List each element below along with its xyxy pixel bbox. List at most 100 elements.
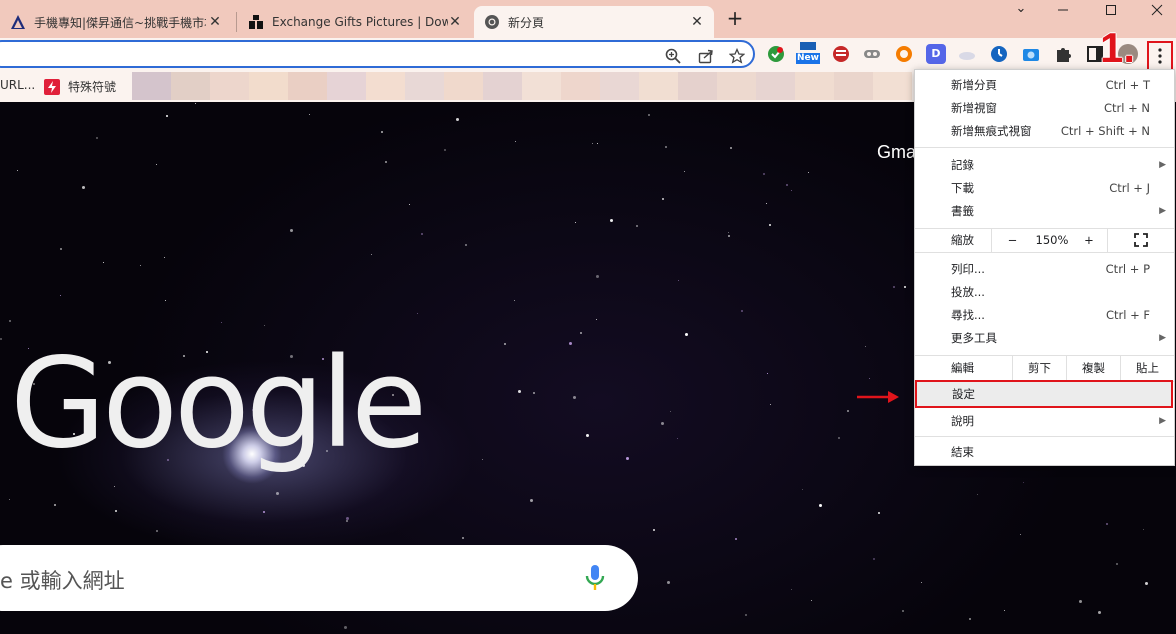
zoom-in-button[interactable]: +	[1071, 229, 1107, 252]
search-box[interactable]: e 或輸入網址	[0, 545, 638, 611]
star	[741, 310, 743, 312]
zoom-out-button[interactable]: −	[991, 229, 1033, 252]
bookmark-url-label: URL...	[0, 78, 36, 92]
tab-search-chevron-icon[interactable]: ⌄	[998, 0, 1044, 22]
menu-label: 下載	[951, 181, 974, 195]
gmail-link[interactable]: Gma	[877, 142, 916, 163]
zoom-icon[interactable]	[663, 46, 683, 66]
microphone-icon[interactable]	[583, 564, 607, 592]
star	[309, 114, 310, 115]
menu-item-cast[interactable]: 投放...	[915, 281, 1174, 304]
menu-item-more-tools[interactable]: 更多工具 ▶	[915, 327, 1174, 350]
star	[769, 224, 771, 226]
menu-item-print[interactable]: 列印... Ctrl + P	[915, 258, 1174, 281]
maximize-button[interactable]	[1088, 0, 1134, 22]
star	[677, 438, 678, 439]
star	[9, 499, 10, 500]
chrome-favicon-icon	[485, 15, 499, 29]
close-icon[interactable]: ✕	[206, 13, 224, 31]
tab-2[interactable]: Exchange Gifts Pictures | Download ✕	[238, 6, 472, 38]
toolbar: New D	[0, 38, 1176, 70]
star	[678, 280, 679, 281]
copy-button[interactable]: 複製	[1066, 356, 1120, 381]
star	[465, 244, 467, 246]
star	[417, 313, 418, 314]
fullscreen-button[interactable]	[1107, 229, 1174, 252]
star	[667, 581, 670, 584]
menu-item-history[interactable]: 記錄 ▶	[915, 154, 1174, 177]
menu-item-help[interactable]: 說明 ▶	[915, 410, 1174, 433]
puzzle-extensions-icon[interactable]	[1053, 44, 1073, 64]
star	[569, 342, 572, 345]
fullscreen-icon	[1134, 233, 1148, 247]
star	[730, 147, 732, 149]
star	[904, 286, 906, 288]
star	[745, 614, 747, 616]
star	[811, 600, 812, 601]
menu-edit-row: 編輯 剪下 複製 貼上	[915, 356, 1174, 381]
star	[96, 137, 98, 139]
clock-extension-icon[interactable]	[989, 44, 1009, 64]
bookmark-star-icon[interactable]	[727, 46, 747, 66]
zoom-label: 縮放	[951, 233, 974, 247]
star	[156, 164, 157, 165]
tab-3-active[interactable]: 新分頁 ✕	[474, 6, 714, 38]
star	[462, 537, 464, 539]
star	[263, 511, 265, 513]
bookmark-url[interactable]: URL...	[0, 78, 35, 92]
menu-item-exit[interactable]: 結束	[915, 441, 1174, 464]
star	[140, 265, 141, 266]
star	[596, 319, 597, 320]
paste-button[interactable]: 貼上	[1120, 356, 1174, 381]
bookmark-special-symbols[interactable]: 特殊符號	[44, 78, 116, 95]
new-badge-extension-icon[interactable]: New	[796, 42, 820, 64]
tab-3-title: 新分頁	[508, 15, 545, 30]
menu-item-downloads[interactable]: 下載 Ctrl + J	[915, 177, 1174, 200]
address-bar[interactable]	[0, 40, 755, 68]
submenu-arrow-icon: ▶	[1159, 416, 1166, 426]
menu-item-find[interactable]: 尋找... Ctrl + F	[915, 304, 1174, 327]
star	[409, 204, 410, 205]
star	[728, 232, 729, 233]
star	[648, 114, 650, 116]
stack-extension-icon[interactable]	[831, 44, 851, 64]
close-icon[interactable]: ✕	[688, 13, 706, 31]
link-extension-icon[interactable]	[862, 44, 882, 64]
maximize-icon	[1106, 5, 1116, 15]
star	[653, 529, 655, 531]
submenu-arrow-icon: ▶	[1159, 333, 1166, 343]
menu-item-new-tab[interactable]: 新增分頁 Ctrl + T	[915, 74, 1174, 97]
camera-extension-icon[interactable]	[1021, 44, 1041, 64]
cloud-extension-icon[interactable]	[957, 44, 977, 64]
star	[530, 499, 533, 502]
shield-extension-icon[interactable]	[766, 44, 786, 64]
d-extension-icon[interactable]: D	[926, 44, 946, 64]
star	[878, 512, 880, 514]
step-annotation: 1.	[1100, 24, 1136, 71]
close-icon[interactable]: ✕	[446, 13, 464, 31]
star	[684, 171, 685, 172]
menu-item-new-incognito-window[interactable]: 新增無痕式視窗 Ctrl + Shift + N	[915, 120, 1174, 143]
menu-item-new-window[interactable]: 新增視窗 Ctrl + N	[915, 97, 1174, 120]
lightning-icon	[44, 78, 60, 95]
cut-button[interactable]: 剪下	[1012, 356, 1066, 381]
star	[847, 410, 849, 412]
star	[767, 373, 768, 374]
share-icon[interactable]	[696, 46, 716, 66]
close-window-button[interactable]	[1134, 0, 1176, 22]
menu-shortcut: Ctrl + F	[1105, 308, 1150, 322]
menu-label: 投放...	[951, 285, 985, 299]
star	[0, 338, 2, 340]
minimize-button[interactable]	[1040, 0, 1086, 22]
tab-2-title: Exchange Gifts Pictures | Download	[272, 15, 448, 29]
new-tab-button[interactable]: +	[724, 8, 746, 30]
star	[444, 149, 446, 151]
star	[662, 198, 664, 200]
tab-1[interactable]: 手機專知|傑昇通信~挑戰手機市場最低價 ✕	[0, 6, 232, 38]
orange-extension-icon[interactable]	[894, 44, 914, 64]
star	[17, 170, 18, 171]
menu-item-bookmarks[interactable]: 書籤 ▶	[915, 200, 1174, 223]
star	[770, 404, 771, 405]
menu-item-settings[interactable]: 設定	[915, 380, 1173, 408]
chrome-menu-button[interactable]	[1147, 41, 1173, 71]
